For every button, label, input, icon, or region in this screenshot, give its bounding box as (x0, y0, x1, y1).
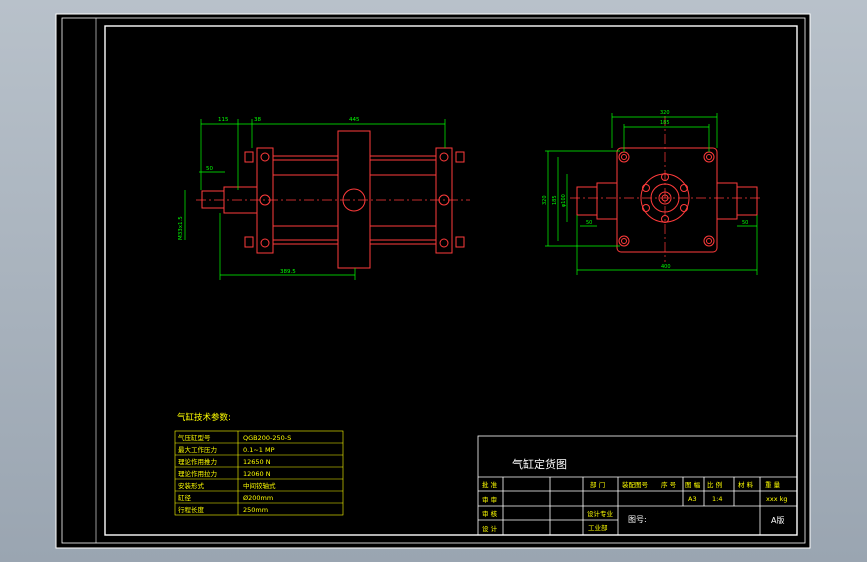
drawing-name: 气缸定货图 (512, 457, 567, 471)
header-cell: 图 幅 (685, 480, 701, 489)
param-value: 0.1~1 MP (243, 446, 275, 454)
param-value: 中间铰轴式 (243, 481, 276, 490)
dim-bottom: 389.5 (280, 269, 296, 275)
params-title: 气缸技术参数: (177, 412, 231, 423)
header-cell: 部 门 (590, 480, 605, 489)
dim-top-1: 115 (218, 117, 229, 123)
row-label: 审 核 (482, 509, 498, 518)
dim-left-bore: φ100 (561, 194, 567, 207)
param-value: 250mm (243, 506, 268, 514)
dim-top-inner: 185 (660, 120, 670, 126)
header-cell: 材 料 (738, 480, 754, 489)
header-cell: 装配图号 (622, 480, 649, 489)
param-label: 行程长度 (178, 505, 205, 514)
param-label: 理论作用推力 (178, 457, 217, 466)
param-value: QGB200-250-S (243, 434, 291, 442)
weight-value: xxx kg (766, 495, 788, 503)
param-label: 最大工作压力 (178, 445, 217, 454)
drawing-sheet (55, 13, 811, 549)
header-cell: 比 例 (707, 480, 722, 489)
param-value: Ø200mm (243, 494, 273, 502)
dim-top-2: 38 (254, 117, 261, 123)
row-label: 审 审 (482, 495, 497, 504)
dim-stub-left: 50 (586, 220, 592, 226)
dim-bottom-side: 400 (661, 264, 671, 270)
drawing-no-label: 图号: (628, 515, 647, 524)
dept-2: 工业部 (588, 523, 608, 532)
scale-value: 1:4 (712, 495, 722, 503)
dim-left-outer: 320 (542, 195, 548, 205)
param-label: 理论作用拉力 (178, 469, 217, 478)
param-label: 安装形式 (178, 481, 205, 490)
cad-viewport: 115 38 445 50 M33x1.5 389.5 320 185 320 … (0, 0, 867, 562)
version-label: A版 (771, 515, 784, 525)
dim-top-3: 445 (349, 117, 360, 123)
dim-thread: M33x1.5 (178, 216, 184, 240)
dim-stub-right: 50 (742, 220, 748, 226)
drawing-canvas: 115 38 445 50 M33x1.5 389.5 320 185 320 … (55, 13, 811, 549)
row-label: 批 准 (482, 480, 498, 489)
sheet-size: A3 (688, 495, 697, 503)
dim-left-stub: 50 (206, 166, 213, 172)
dept-1: 设计专业 (587, 509, 614, 518)
param-label: 缸径 (178, 493, 192, 502)
param-label: 气压缸型号 (178, 433, 211, 442)
header-cell: 重 量 (765, 481, 781, 489)
param-value: 12650 N (243, 458, 271, 466)
row-label: 设 计 (482, 524, 498, 533)
param-value: 12060 N (243, 470, 271, 478)
dim-left-inner: 185 (552, 195, 558, 205)
header-cell: 序 号 (661, 480, 677, 489)
dim-top-outer: 320 (660, 110, 670, 116)
